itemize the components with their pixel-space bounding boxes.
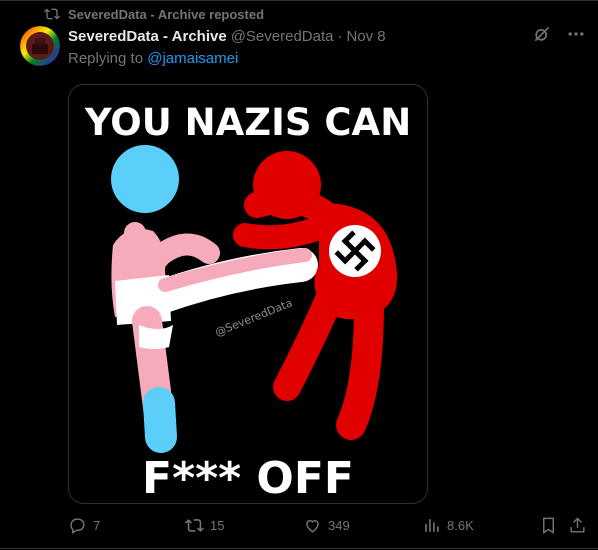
replying-to: Replying to @jamaisamei bbox=[68, 50, 238, 67]
author-name[interactable]: SeveredData - Archive bbox=[68, 28, 227, 45]
repost-label: SeveredData - Archive reposted bbox=[68, 6, 265, 22]
repost-banner[interactable]: SeveredData - Archive reposted bbox=[44, 5, 264, 23]
share-icon bbox=[570, 516, 585, 533]
repost-count: 15 bbox=[210, 517, 225, 533]
bookmark-action[interactable] bbox=[539, 514, 558, 536]
post-top-icons bbox=[532, 24, 586, 44]
replying-prefix: Replying to bbox=[68, 50, 148, 67]
reply-icon bbox=[70, 517, 85, 534]
replying-handle-link[interactable]: @jamaisamei bbox=[147, 50, 238, 67]
image-top-text: YOU NAZIS CAN bbox=[84, 101, 411, 144]
repost-icon bbox=[44, 8, 60, 20]
repost-icon bbox=[185, 518, 204, 532]
like-action[interactable]: 349 bbox=[303, 514, 350, 536]
reply-action[interactable]: 7 bbox=[68, 514, 100, 536]
repost-action[interactable]: 15 bbox=[185, 514, 224, 536]
post-image[interactable]: YOU NAZIS CAN @SeveredData F*** OFF bbox=[68, 84, 428, 504]
separator-dot: · bbox=[337, 27, 343, 45]
image-bottom-text: F*** OFF bbox=[142, 453, 354, 503]
action-bar: 7 15 349 8.6K bbox=[68, 514, 588, 536]
views-icon bbox=[425, 518, 439, 532]
post-date[interactable]: Nov 8 bbox=[346, 28, 385, 45]
views-action[interactable]: 8.6K bbox=[422, 514, 474, 536]
reply-count: 7 bbox=[93, 517, 101, 533]
like-count: 349 bbox=[328, 517, 350, 533]
share-action[interactable] bbox=[568, 514, 587, 536]
views-count: 8.6K bbox=[447, 517, 474, 533]
top-divider bbox=[0, 0, 598, 1]
avatar[interactable] bbox=[20, 26, 60, 66]
more-icon[interactable] bbox=[566, 24, 586, 44]
post-header: SeveredData - Archive @SeveredData · Nov… bbox=[68, 26, 386, 46]
bottom-divider bbox=[0, 548, 598, 549]
bookmark-icon bbox=[543, 517, 554, 534]
author-handle[interactable]: @SeveredData bbox=[231, 28, 334, 45]
grok-icon[interactable] bbox=[532, 24, 552, 44]
like-icon bbox=[306, 519, 319, 533]
